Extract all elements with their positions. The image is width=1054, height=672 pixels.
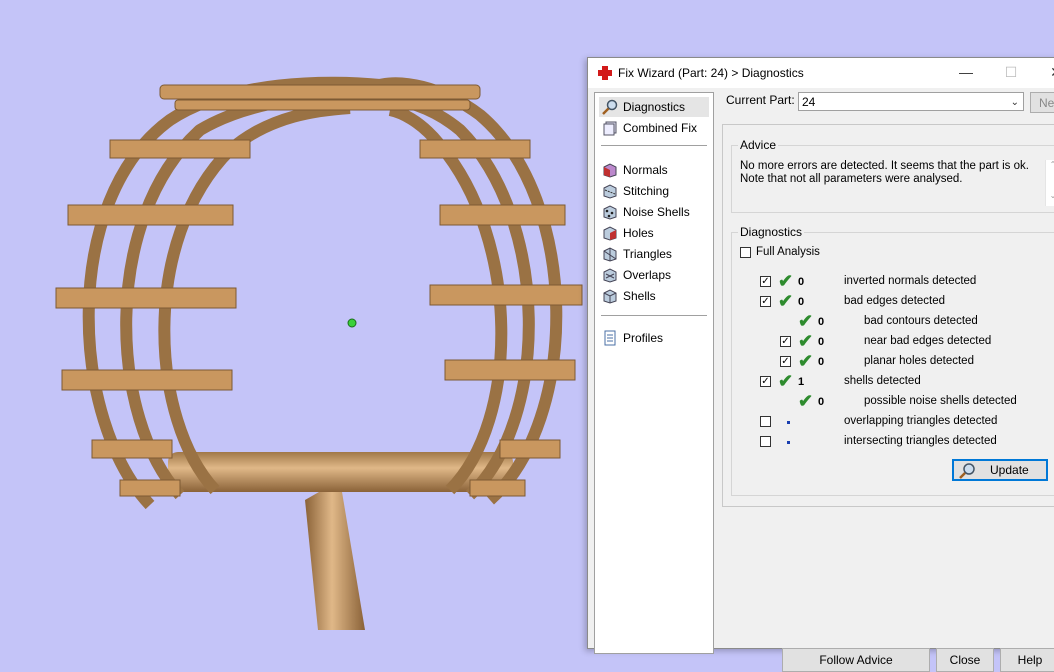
help-button[interactable]: Help — [1000, 648, 1054, 672]
next-part-button[interactable]: Next — [1030, 92, 1054, 113]
sidebar-item-label: Shells — [623, 289, 656, 303]
row-checkbox[interactable] — [760, 436, 771, 447]
sidebar-item-triangles[interactable]: Triangles — [599, 244, 709, 264]
row-label: possible noise shells detected — [864, 395, 1017, 407]
check-mark-icon: ✔ — [778, 271, 794, 291]
sidebar-divider — [601, 145, 707, 146]
sidebar-item-label: Holes — [623, 226, 654, 240]
row-label: near bad edges detected — [864, 335, 992, 347]
check-mark-icon: ✔ — [798, 311, 814, 331]
diagnostics-group: Diagnostics Full Analysis ✓ ✔ 0 inverted… — [731, 225, 1054, 496]
medical-cross-icon — [598, 66, 612, 80]
window-title: Fix Wizard (Part: 24) > Diagnostics — [618, 66, 804, 80]
advice-group: Advice No more errors are detected. It s… — [731, 138, 1054, 213]
scroll-up-icon: ⌃ — [1049, 160, 1054, 169]
sidebar: Diagnostics Combined Fix Normals Stitchi… — [594, 92, 714, 654]
check-mark-icon: ✔ — [778, 291, 794, 311]
row-label: planar holes detected — [864, 355, 974, 367]
check-mark-icon: ✔ — [798, 391, 814, 411]
sidebar-item-profiles[interactable]: Profiles — [599, 328, 709, 348]
advice-line-1: No more errors are detected. It seems th… — [740, 160, 1029, 172]
sidebar-item-noise-shells[interactable]: Noise Shells — [599, 202, 709, 222]
row-count: 0 — [818, 356, 825, 368]
follow-advice-label: Follow Advice — [819, 653, 893, 667]
check-mark-icon: ✔ — [778, 371, 794, 391]
advice-scrollbar[interactable]: ⌃ ⌄ — [1045, 160, 1054, 206]
normals-icon — [603, 163, 617, 178]
sidebar-item-combined-fix[interactable]: Combined Fix — [599, 118, 709, 138]
magnifier-icon — [959, 463, 975, 479]
row-count: 0 — [798, 276, 805, 288]
holes-icon — [603, 226, 617, 241]
sidebar-item-label: Stitching — [623, 184, 670, 198]
diagnostics-panel: Advice No more errors are detected. It s… — [722, 124, 1054, 507]
row-count: 0 — [798, 296, 805, 308]
sidebar-item-label: Normals — [623, 163, 668, 177]
row-checkbox[interactable]: ✓ — [780, 356, 791, 367]
noise-shells-icon — [603, 205, 617, 220]
sidebar-item-label: Combined Fix — [623, 121, 698, 135]
row-count: 1 — [798, 376, 805, 388]
diagnostics-title: Diagnostics — [738, 225, 805, 239]
sidebar-item-overlaps[interactable]: Overlaps — [599, 265, 709, 285]
title-bar[interactable]: Fix Wizard (Part: 24) > Diagnostics — ☐ … — [588, 58, 1054, 88]
row-count: 0 — [818, 336, 825, 348]
row-label: inverted normals detected — [844, 275, 977, 287]
maximize-button[interactable]: ☐ — [988, 58, 1034, 88]
row-checkbox[interactable]: ✓ — [760, 276, 771, 287]
row-label: intersecting triangles detected — [844, 435, 997, 447]
row-count: 0 — [818, 396, 825, 408]
triangles-icon — [603, 247, 617, 262]
sidebar-item-label: Diagnostics — [623, 100, 686, 114]
check-mark-icon: ✔ — [798, 331, 814, 351]
magnifier-icon — [602, 99, 618, 115]
combined-fix-icon — [603, 121, 617, 136]
row-checkbox[interactable]: ✓ — [760, 296, 771, 307]
chevron-down-icon: ⌄ — [1010, 97, 1019, 108]
row-checkbox[interactable] — [760, 416, 771, 427]
follow-advice-button[interactable]: Follow Advice — [782, 648, 930, 672]
overlaps-icon — [603, 268, 617, 283]
pending-dot-icon — [787, 421, 790, 424]
row-label: shells detected — [844, 375, 921, 387]
sidebar-item-stitching[interactable]: Stitching — [599, 181, 709, 201]
sidebar-item-holes[interactable]: Holes — [599, 223, 709, 243]
sidebar-item-normals[interactable]: Normals — [599, 160, 709, 180]
row-count: 0 — [818, 316, 825, 328]
current-part-select[interactable]: 24 ⌄ — [798, 92, 1024, 111]
current-part-label: Current Part: — [726, 93, 795, 107]
advice-title: Advice — [738, 138, 779, 152]
update-label: Update — [990, 463, 1029, 477]
pending-dot-icon — [787, 441, 790, 444]
fix-wizard-dialog: Fix Wizard (Part: 24) > Diagnostics — ☐ … — [587, 57, 1054, 672]
stitching-icon — [603, 184, 617, 199]
shells-icon — [603, 289, 617, 304]
current-part-value: 24 — [802, 95, 816, 109]
full-analysis-label: Full Analysis — [756, 246, 820, 258]
check-mark-icon: ✔ — [798, 351, 814, 371]
close-button[interactable]: Close — [936, 648, 994, 672]
sidebar-divider — [601, 315, 707, 316]
advice-line-2: Note that not all parameters were analys… — [740, 173, 963, 185]
profiles-icon — [604, 330, 616, 346]
minimize-button[interactable]: — — [943, 58, 989, 88]
sidebar-item-diagnostics[interactable]: Diagnostics — [599, 97, 709, 117]
row-checkbox[interactable]: ✓ — [760, 376, 771, 387]
row-label: overlapping triangles detected — [844, 415, 998, 427]
close-window-button[interactable]: ✕ — [1033, 58, 1054, 88]
full-analysis-checkbox[interactable] — [740, 247, 751, 258]
update-button[interactable]: Update — [952, 459, 1048, 481]
diagnostics-page: Current Part: 24 ⌄ Next Advice No more e… — [720, 88, 1054, 672]
sidebar-item-label: Noise Shells — [623, 205, 690, 219]
sidebar-item-label: Triangles — [623, 247, 672, 261]
row-label: bad edges detected — [844, 295, 946, 307]
sidebar-item-label: Overlaps — [623, 268, 672, 282]
sidebar-item-label: Profiles — [623, 331, 664, 345]
scroll-down-icon: ⌄ — [1049, 191, 1054, 200]
sidebar-item-shells[interactable]: Shells — [599, 286, 709, 306]
advice-text: No more errors are detected. It seems th… — [740, 160, 1040, 196]
row-label: bad contours detected — [864, 315, 978, 327]
row-checkbox[interactable]: ✓ — [780, 336, 791, 347]
